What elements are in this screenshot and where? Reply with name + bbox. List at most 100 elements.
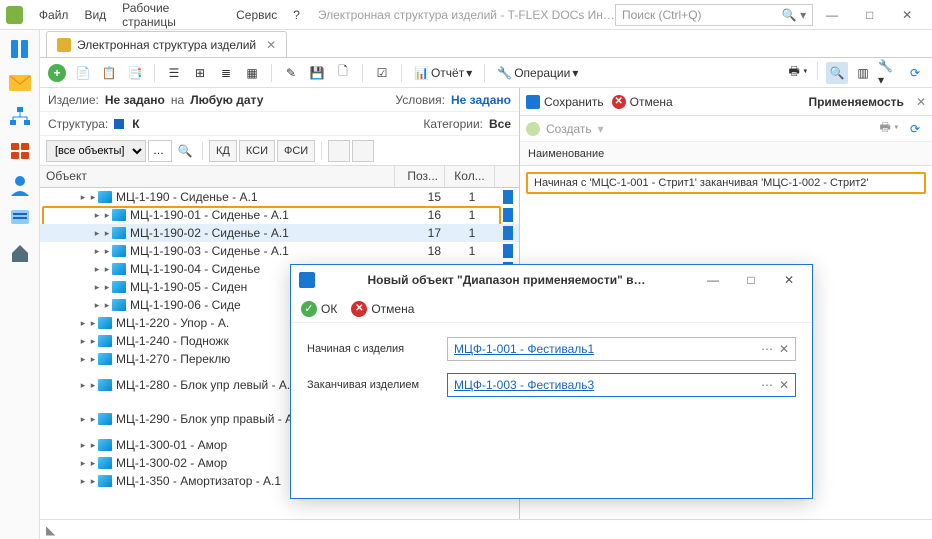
dialog-cancel-button[interactable]: ✕Отмена xyxy=(351,301,414,317)
sidebar-settings-icon[interactable] xyxy=(7,206,33,232)
menu-file[interactable]: Файл xyxy=(31,4,77,26)
menu-help[interactable]: ? xyxy=(285,4,308,26)
window-minimize[interactable]: ― xyxy=(813,0,851,30)
expand-caret-icon[interactable]: ▸ xyxy=(92,300,102,311)
global-search[interactable]: Поиск (Ctrl+Q) 🔍 ▾ xyxy=(615,4,813,26)
check-icon[interactable]: ☑ xyxy=(371,62,393,84)
tree-row[interactable]: ▸▸МЦ-1-190-02 - Сиденье - A.1171 xyxy=(40,224,519,242)
sidebar-hierarchy-icon[interactable] xyxy=(7,104,33,130)
expand-caret-icon[interactable]: ▸ xyxy=(102,264,112,275)
tree-row[interactable]: ▸▸МЦ-1-190-01 - Сиденье - A.1161 xyxy=(40,206,519,224)
expand-caret-icon[interactable]: ▸ xyxy=(78,458,88,469)
save-icon[interactable]: 💾 xyxy=(306,62,328,84)
expand-caret-icon[interactable]: ▸ xyxy=(78,318,88,329)
object-filter-select[interactable]: [все объекты] xyxy=(46,140,146,162)
filter-fsi[interactable]: ФСИ xyxy=(277,140,315,162)
filter-ksi[interactable]: КСИ xyxy=(239,140,275,162)
list-view-icon[interactable]: ☰ xyxy=(163,62,185,84)
expand-caret-icon[interactable]: ▸ xyxy=(92,282,102,293)
sidebar-user-icon[interactable] xyxy=(7,172,33,198)
expand-caret-icon[interactable]: ▸ xyxy=(102,210,112,221)
expand-caret-icon[interactable]: ▸ xyxy=(88,476,98,487)
search-tool-icon[interactable]: 🔍 xyxy=(826,62,848,84)
cancel-button[interactable]: ✕Отмена xyxy=(612,95,673,109)
from-more-icon[interactable]: ⋯ xyxy=(761,342,773,356)
dialog-close[interactable]: ✕ xyxy=(774,270,804,290)
wrench-icon[interactable]: 🔧 ▾ xyxy=(878,62,900,84)
expand-caret-icon[interactable]: ▸ xyxy=(92,246,102,257)
from-value-link[interactable]: МЦФ-1-001 - Фестиваль1 xyxy=(454,342,594,356)
filter-extra2[interactable] xyxy=(352,140,374,162)
discard-icon[interactable]: 🗋 xyxy=(332,62,354,84)
status-caret-icon[interactable]: ◣ xyxy=(46,523,55,537)
columns-icon[interactable]: ▥ xyxy=(852,62,874,84)
new-doc-icon[interactable]: 📄 xyxy=(72,62,94,84)
add-button[interactable]: + xyxy=(46,62,68,84)
operations-dropdown[interactable]: 🔧 Операции ▾ xyxy=(493,66,582,80)
tree-row[interactable]: ▸▸МЦ-1-190-03 - Сиденье - A.1181 xyxy=(40,242,519,260)
expand-caret-icon[interactable]: ▸ xyxy=(92,228,102,239)
dialog-minimize[interactable]: ― xyxy=(698,270,728,290)
col-position[interactable]: Поз... xyxy=(395,166,445,187)
tree-view-icon[interactable]: ⊞ xyxy=(189,62,211,84)
expand-caret-icon[interactable]: ▸ xyxy=(78,440,88,451)
expand-caret-icon[interactable]: ▸ xyxy=(102,282,112,293)
menu-service[interactable]: Сервис xyxy=(228,4,285,26)
detail-icon[interactable]: ≣ xyxy=(215,62,237,84)
to-input[interactable]: МЦФ-1-003 - Фестиваль3 ⋯ ✕ xyxy=(447,373,796,397)
filter-extra1[interactable] xyxy=(328,140,350,162)
expand-caret-icon[interactable]: ▸ xyxy=(102,300,112,311)
expand-caret-icon[interactable]: ▸ xyxy=(78,336,88,347)
expand-caret-icon[interactable]: ▸ xyxy=(88,458,98,469)
copy-icon[interactable]: 📋 xyxy=(98,62,120,84)
from-input[interactable]: МЦФ-1-001 - Фестиваль1 ⋯ ✕ xyxy=(447,337,796,361)
expand-caret-icon[interactable]: ▸ xyxy=(88,336,98,347)
tab-product-structure[interactable]: Электронная структура изделий ✕ xyxy=(46,31,287,57)
save-button[interactable]: Сохранить xyxy=(526,95,604,109)
right-refresh-icon[interactable]: ⟳ xyxy=(904,118,926,140)
right-column-header[interactable]: Наименование xyxy=(520,142,932,166)
close-panel-icon[interactable]: ✕ xyxy=(916,95,926,109)
dialog-maximize[interactable]: □ xyxy=(736,270,766,290)
right-print-icon[interactable]: 🖶 ▾ xyxy=(878,118,900,140)
sidebar-archive-icon[interactable] xyxy=(7,138,33,164)
conditions-link[interactable]: Не задано xyxy=(451,93,511,107)
expand-caret-icon[interactable]: ▸ xyxy=(102,228,112,239)
window-maximize[interactable]: □ xyxy=(851,0,889,30)
expand-caret-icon[interactable]: ▸ xyxy=(78,414,88,425)
expand-caret-icon[interactable]: ▸ xyxy=(78,192,88,203)
expand-caret-icon[interactable]: ▸ xyxy=(88,192,98,203)
expand-caret-icon[interactable]: ▸ xyxy=(78,380,88,391)
sidebar-home-icon[interactable] xyxy=(7,240,33,266)
card-icon[interactable]: ▦ xyxy=(241,62,263,84)
dialog-ok-button[interactable]: ✓ОК xyxy=(301,301,337,317)
col-count[interactable]: Кол... xyxy=(445,166,495,187)
expand-caret-icon[interactable]: ▸ xyxy=(78,476,88,487)
filter-dots[interactable] xyxy=(148,140,172,162)
sidebar-structures-icon[interactable] xyxy=(7,36,33,62)
report-dropdown[interactable]: 📊 Отчёт ▾ xyxy=(410,66,476,80)
to-value-link[interactable]: МЦФ-1-003 - Фестиваль3 xyxy=(454,378,594,392)
col-object[interactable]: Объект xyxy=(40,166,395,187)
expand-caret-icon[interactable]: ▸ xyxy=(92,264,102,275)
expand-caret-icon[interactable]: ▸ xyxy=(88,440,98,451)
to-more-icon[interactable]: ⋯ xyxy=(761,378,773,392)
expand-caret-icon[interactable]: ▸ xyxy=(88,380,98,391)
menu-workpages[interactable]: Рабочие страницы xyxy=(114,0,228,33)
applicability-range-row[interactable]: Начиная с 'МЦС-1-001 - Стрит1' заканчива… xyxy=(526,172,926,194)
paste-icon[interactable]: 📑 xyxy=(124,62,146,84)
create-button[interactable]: Создать xyxy=(546,122,592,136)
sidebar-mail-icon[interactable] xyxy=(7,70,33,96)
window-close[interactable]: ✕ xyxy=(888,0,926,30)
print-icon[interactable]: 🖶 ▾ xyxy=(787,62,809,84)
to-clear-icon[interactable]: ✕ xyxy=(779,378,789,392)
expand-caret-icon[interactable]: ▸ xyxy=(102,246,112,257)
dialog-titlebar[interactable]: Новый объект "Диапазон применяемости" в…… xyxy=(291,265,812,295)
expand-caret-icon[interactable]: ▸ xyxy=(88,318,98,329)
edit-icon[interactable]: ✎ xyxy=(280,62,302,84)
from-clear-icon[interactable]: ✕ xyxy=(779,342,789,356)
expand-caret-icon[interactable]: ▸ xyxy=(92,210,102,221)
expand-caret-icon[interactable]: ▸ xyxy=(78,354,88,365)
filter-search-icon[interactable]: 🔍 xyxy=(174,140,196,162)
expand-caret-icon[interactable]: ▸ xyxy=(88,414,98,425)
